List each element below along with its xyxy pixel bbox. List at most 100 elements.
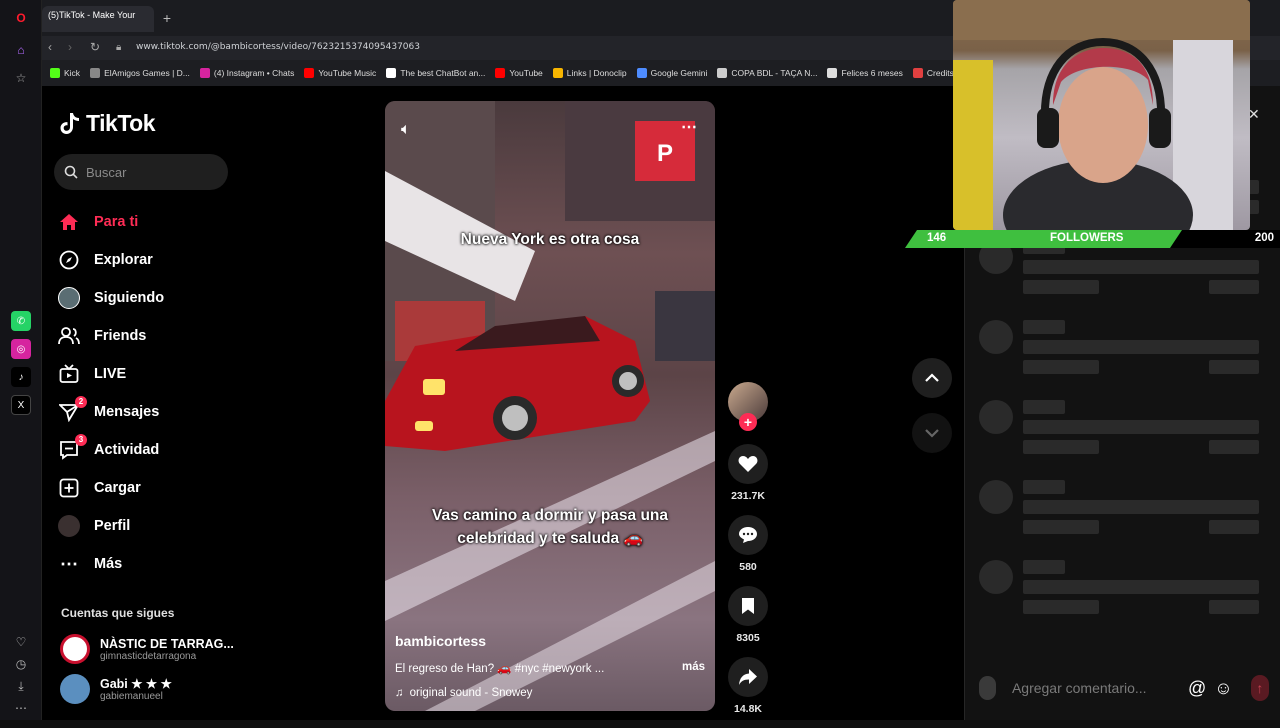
video-sound[interactable]: ♫ original sound - Snowey: [395, 687, 705, 699]
sound-name: original sound - Snowey: [409, 687, 533, 699]
followers-goal-fill: [905, 230, 1182, 248]
tab-title: (5)TikTok - Make Your: [48, 10, 136, 20]
tab-active[interactable]: (5)TikTok - Make Your: [42, 6, 154, 32]
sidebar-item-label: Mensajes: [94, 404, 160, 420]
instagram-icon[interactable]: ◎: [11, 339, 31, 359]
more-options-icon[interactable]: ⋯: [681, 117, 697, 137]
tiktok-logo[interactable]: TikTok: [60, 110, 156, 137]
sidebar-item-label: Más: [94, 556, 123, 572]
send-comment-button[interactable]: ↑: [1250, 675, 1269, 701]
search-input[interactable]: [86, 164, 216, 180]
emoji-icon[interactable]: ☺: [1214, 678, 1232, 699]
tiktok-note-icon: [60, 113, 79, 134]
previous-video-button[interactable]: [912, 358, 952, 398]
sidebar-item-actividad[interactable]: 3 Actividad: [58, 431, 358, 469]
comment-skeleton: [979, 400, 1269, 464]
following-account[interactable]: NÀSTIC DE TARRAG... gimnasticdetarragona: [60, 634, 234, 664]
comment-input[interactable]: [1011, 680, 1182, 696]
sidebar-item-siguiendo[interactable]: Siguiendo: [58, 279, 358, 317]
bookmark-item[interactable]: YouTube: [495, 68, 543, 78]
more-link[interactable]: más: [682, 661, 705, 675]
mention-icon[interactable]: @: [1188, 678, 1206, 699]
sidebar-item-live[interactable]: LIVE: [58, 355, 358, 393]
followers-goal-bar: 146 FOLLOWERS 200: [905, 230, 1280, 248]
webcam-feed: [953, 0, 1250, 230]
comment-icon[interactable]: [728, 515, 768, 555]
x-icon[interactable]: X: [11, 395, 31, 415]
bookmark-favicon-icon: [552, 68, 563, 78]
save-count: 8305: [736, 632, 760, 644]
new-tab-button[interactable]: +: [158, 9, 176, 27]
sidebar-item-para-ti[interactable]: Para ti: [58, 203, 358, 241]
mute-icon[interactable]: 🔈︎: [401, 121, 411, 139]
share-icon[interactable]: [728, 657, 768, 697]
bookmark-item[interactable]: (4) Instagram • Chats: [199, 68, 294, 78]
sidebar-item-perfil[interactable]: Perfil: [58, 507, 358, 545]
history-icon[interactable]: ◷: [11, 654, 31, 674]
sidebar-item-mensajes[interactable]: 2 Mensajes: [58, 393, 358, 431]
bookmark-favicon-icon: [717, 68, 728, 78]
creator-avatar[interactable]: +: [726, 382, 770, 431]
friends-icon: [58, 325, 80, 347]
follow-plus-icon[interactable]: +: [739, 413, 757, 431]
video-author[interactable]: bambicortess: [395, 633, 705, 649]
opera-logo-icon[interactable]: O: [11, 8, 31, 28]
chevron-up-icon: [925, 373, 939, 382]
comment-count: 580: [739, 561, 757, 573]
skeleton-bar: [1023, 400, 1065, 414]
sidebar-item-explorar[interactable]: Explorar: [58, 241, 358, 279]
account-name: NÀSTIC DE TARRAG...: [100, 636, 234, 651]
heart-icon[interactable]: [728, 444, 768, 484]
back-icon[interactable]: ‹: [48, 40, 52, 54]
like-action[interactable]: 231.7K: [726, 444, 770, 502]
video-player[interactable]: P 🔈︎ ⋯ Nueva York es otra cosa Vas camin…: [385, 101, 715, 711]
skeleton-bar: [1209, 360, 1259, 374]
following-account[interactable]: Gabi ★ ★ ★ gabiemanueel: [60, 674, 172, 704]
share-action[interactable]: 14.8K: [726, 657, 770, 715]
sidebar-item-friends[interactable]: Friends: [58, 317, 358, 355]
followers-goal: 200: [1254, 232, 1274, 244]
compass-icon: [58, 249, 80, 271]
star-icon[interactable]: ☆: [11, 68, 31, 88]
bookmark-label: Links | Donoclip: [566, 68, 627, 78]
followers-label: FOLLOWERS: [1050, 232, 1124, 244]
close-comments-icon[interactable]: ✕: [1248, 106, 1260, 123]
bookmark-item[interactable]: Felices 6 meses: [827, 68, 903, 78]
next-video-button[interactable]: [912, 413, 952, 453]
skeleton-bar: [1023, 320, 1065, 334]
home-icon[interactable]: ⌂: [11, 40, 31, 60]
forward-icon[interactable]: ›: [68, 40, 72, 54]
bookmark-icon[interactable]: [728, 586, 768, 626]
skeleton-bar: [1209, 520, 1259, 534]
bookmark-item[interactable]: YouTube Music: [304, 68, 376, 78]
reload-icon[interactable]: ↻: [90, 40, 100, 54]
bookmark-item[interactable]: ElAmigos Games | D...: [90, 68, 190, 78]
bookmark-item[interactable]: The best ChatBot an...: [386, 68, 485, 78]
whatsapp-icon[interactable]: ✆: [11, 311, 31, 331]
tiktok-icon[interactable]: ♪: [11, 367, 31, 387]
video-actions: + 231.7K 580 8305 14.8K: [726, 382, 770, 728]
url-field[interactable]: www.tiktok.com/@bambicortess/video/76232…: [136, 42, 420, 52]
account-handle: gabiemanueel: [100, 691, 163, 702]
logo-text: TikTok: [86, 110, 156, 136]
search-box[interactable]: [54, 154, 228, 190]
sidebar-item-cargar[interactable]: Cargar: [58, 469, 358, 507]
avatar-placeholder: [979, 480, 1013, 514]
more-icon[interactable]: ⋯: [11, 698, 31, 718]
like-count: 231.7K: [731, 490, 765, 502]
bookmark-item[interactable]: Kick: [50, 68, 80, 78]
skeleton-bar: [1023, 580, 1259, 594]
sidebar-item-m-s[interactable]: ⋯ Más: [58, 545, 358, 583]
sidebar-item-label: Actividad: [94, 442, 160, 458]
comment-action[interactable]: 580: [726, 515, 770, 573]
bookmark-item[interactable]: COPA BDL - TAÇA N...: [717, 68, 817, 78]
save-action[interactable]: 8305: [726, 586, 770, 644]
avatar: [60, 634, 90, 664]
skeleton-bar: [1023, 420, 1259, 434]
heart-icon[interactable]: ♡: [11, 632, 31, 652]
skeleton-bar: [1209, 600, 1259, 614]
bookmark-label: COPA BDL - TAÇA N...: [731, 68, 818, 78]
bookmark-item[interactable]: Links | Donoclip: [552, 68, 627, 78]
download-icon[interactable]: ⤓: [11, 676, 31, 696]
bookmark-item[interactable]: Google Gemini: [636, 68, 707, 78]
